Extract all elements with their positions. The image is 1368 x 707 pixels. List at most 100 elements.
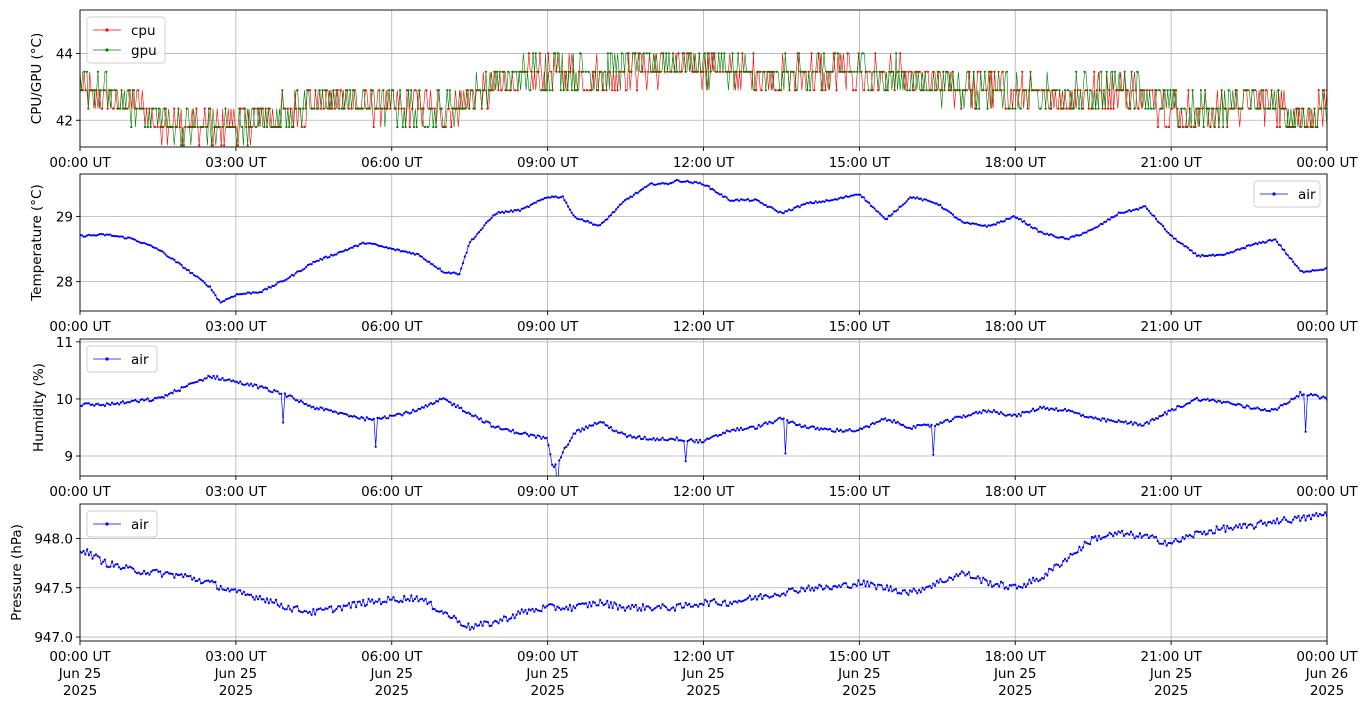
data-point bbox=[497, 425, 500, 428]
data-point bbox=[412, 252, 415, 255]
data-point bbox=[1057, 107, 1060, 110]
data-point bbox=[1051, 569, 1054, 572]
data-point bbox=[322, 107, 325, 110]
data-point bbox=[781, 70, 784, 73]
data-point bbox=[766, 595, 769, 598]
data-point bbox=[203, 107, 206, 110]
data-point bbox=[201, 279, 204, 283]
data-point bbox=[807, 584, 810, 587]
data-point bbox=[1108, 89, 1111, 92]
data-point bbox=[338, 107, 341, 110]
data-point bbox=[962, 414, 965, 417]
data-point bbox=[599, 223, 602, 227]
data-point bbox=[759, 593, 762, 596]
data-point bbox=[559, 456, 563, 459]
data-point bbox=[1130, 70, 1133, 73]
data-point bbox=[547, 52, 550, 55]
data-point bbox=[950, 576, 953, 580]
data-point bbox=[80, 404, 83, 408]
data-point bbox=[196, 275, 199, 278]
data-point bbox=[524, 431, 527, 434]
data-point bbox=[764, 421, 767, 424]
data-point bbox=[534, 201, 538, 204]
data-point bbox=[96, 402, 99, 405]
data-point bbox=[1008, 107, 1011, 110]
data-point bbox=[550, 70, 553, 73]
data-point bbox=[616, 608, 620, 611]
data-point bbox=[1062, 559, 1065, 563]
data-point bbox=[1030, 409, 1033, 412]
data-point bbox=[404, 599, 408, 602]
data-point bbox=[1293, 515, 1296, 518]
data-point bbox=[1050, 107, 1053, 110]
data-point bbox=[1211, 253, 1215, 256]
data-point bbox=[847, 70, 851, 73]
data-point bbox=[296, 605, 299, 608]
data-point bbox=[1252, 89, 1255, 92]
data-point bbox=[1011, 107, 1014, 110]
data-point bbox=[640, 609, 643, 612]
data-point bbox=[229, 125, 233, 129]
data-point bbox=[848, 427, 851, 431]
data-point bbox=[834, 52, 837, 55]
data-point bbox=[1238, 523, 1241, 526]
x-axis: 00:00 UTJun 25202503:00 UTJun 25202506:0… bbox=[49, 641, 1358, 699]
data-point bbox=[1322, 513, 1325, 517]
data-point bbox=[1266, 107, 1269, 110]
data-point bbox=[346, 249, 349, 252]
data-point bbox=[1100, 70, 1103, 73]
data-point bbox=[1276, 517, 1279, 520]
data-point bbox=[884, 417, 887, 420]
data-point bbox=[413, 597, 416, 601]
data-point bbox=[1254, 526, 1257, 529]
data-point bbox=[1061, 107, 1064, 110]
data-point bbox=[404, 125, 407, 129]
data-point bbox=[101, 107, 104, 110]
chart-panel-4: 00:00 UTJun 25202503:00 UTJun 25202506:0… bbox=[9, 503, 1358, 699]
data-point bbox=[224, 107, 227, 110]
data-point bbox=[152, 107, 155, 110]
data-point bbox=[458, 620, 461, 623]
data-point bbox=[716, 435, 719, 438]
data-point bbox=[303, 267, 306, 270]
data-point bbox=[310, 107, 313, 110]
data-point bbox=[201, 379, 204, 382]
data-point bbox=[385, 107, 388, 110]
data-point bbox=[196, 380, 199, 383]
data-point bbox=[885, 218, 889, 221]
legend-marker bbox=[1272, 192, 1276, 196]
data-point bbox=[1274, 522, 1277, 525]
data-point bbox=[274, 125, 277, 129]
data-point bbox=[282, 421, 285, 424]
data-point bbox=[290, 395, 294, 398]
data-point bbox=[335, 411, 338, 414]
data-point bbox=[606, 599, 609, 603]
data-point bbox=[1117, 419, 1120, 422]
data-point bbox=[1206, 532, 1209, 535]
data-point bbox=[218, 125, 221, 129]
data-point bbox=[460, 267, 463, 270]
data-point bbox=[540, 437, 543, 440]
data-point bbox=[641, 187, 645, 190]
data-point bbox=[1113, 70, 1117, 73]
data-point bbox=[554, 463, 557, 466]
data-point bbox=[647, 70, 650, 73]
data-point bbox=[985, 411, 988, 414]
data-point bbox=[264, 601, 267, 604]
data-point bbox=[180, 573, 183, 576]
data-point bbox=[739, 426, 743, 429]
data-point bbox=[1149, 107, 1153, 110]
data-point bbox=[650, 438, 653, 441]
data-point bbox=[1240, 527, 1243, 530]
data-point bbox=[689, 52, 693, 55]
data-point bbox=[1215, 525, 1218, 528]
data-point bbox=[173, 389, 176, 392]
data-point bbox=[1181, 125, 1184, 129]
data-point bbox=[1019, 217, 1022, 221]
data-point bbox=[1154, 535, 1158, 538]
data-point bbox=[289, 275, 292, 278]
data-point bbox=[863, 89, 866, 92]
data-point bbox=[1040, 407, 1044, 410]
data-point bbox=[1222, 524, 1225, 527]
y-tick-label: 44 bbox=[56, 46, 73, 62]
